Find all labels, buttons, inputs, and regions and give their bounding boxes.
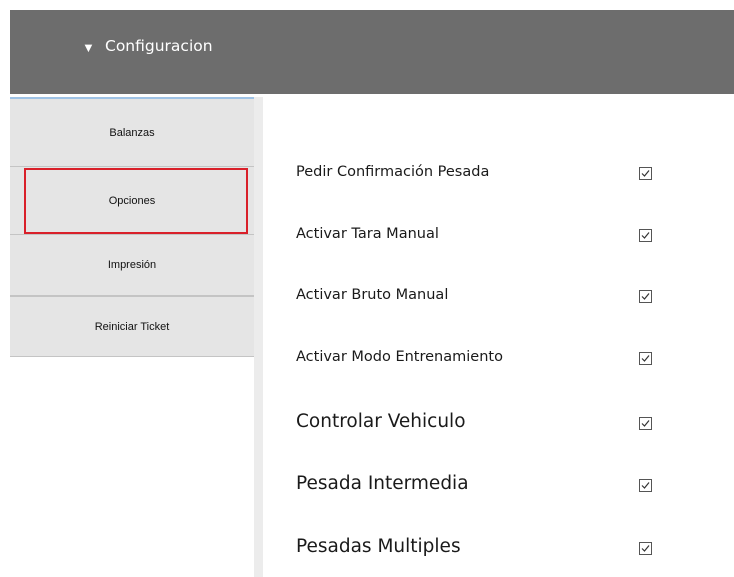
checkmark-icon: [641, 170, 650, 177]
checkmark-icon: [641, 420, 650, 427]
checkbox-tara-manual[interactable]: [639, 229, 652, 242]
option-row: Activar Bruto Manual: [296, 287, 676, 315]
sidebar-item-label: Reiniciar Ticket: [94, 320, 170, 333]
sidebar-item-label: Opciones: [108, 194, 156, 207]
checkbox-pesada-intermedia[interactable]: [639, 479, 652, 492]
checkmark-icon: [641, 293, 650, 300]
option-row: Pesada Intermedia: [296, 473, 676, 501]
sidebar-item-label: Impresión: [107, 259, 157, 271]
sidebar-item-balanzas[interactable]: Balanzas: [10, 99, 254, 167]
checkmark-icon: [641, 545, 650, 552]
checkmark-icon: [641, 232, 650, 239]
option-row: Controlar Vehiculo: [296, 411, 676, 439]
sidebar-item-impresion[interactable]: Impresión: [10, 235, 254, 296]
option-label-bruto-manual: Activar Bruto Manual: [296, 287, 449, 303]
option-label-pedir-confirmacion: Pedir Confirmación Pesada: [296, 164, 490, 180]
sidebar: Balanzas Opciones Impresión Reiniciar Ti…: [10, 99, 254, 577]
option-label-modo-entrenamiento: Activar Modo Entrenamiento: [296, 349, 503, 365]
option-row: Pesadas Multiples: [296, 536, 676, 564]
triangle-down-icon: ▼: [82, 40, 95, 55]
checkbox-pedir-confirmacion[interactable]: [639, 167, 652, 180]
sidebar-item-opciones[interactable]: Opciones: [10, 167, 254, 235]
option-label-tara-manual: Activar Tara Manual: [296, 226, 439, 242]
checkbox-controlar-vehiculo[interactable]: [639, 417, 652, 430]
configuracion-toggle[interactable]: ▼ Configuracion: [82, 36, 213, 56]
checkbox-modo-entrenamiento[interactable]: [639, 352, 652, 365]
sidebar-item-reiniciar-ticket[interactable]: Reiniciar Ticket: [10, 296, 254, 357]
checkbox-bruto-manual[interactable]: [639, 290, 652, 303]
option-label-controlar-vehiculo: Controlar Vehiculo: [296, 411, 466, 432]
option-label-pesada-intermedia: Pesada Intermedia: [296, 473, 469, 494]
checkmark-icon: [641, 355, 650, 362]
header-title: Configuracion: [105, 37, 213, 55]
sidebar-item-label: Balanzas: [109, 126, 155, 139]
sidebar-divider: [254, 97, 263, 577]
option-row: Pedir Confirmación Pesada: [296, 164, 676, 192]
checkmark-icon: [641, 482, 650, 489]
option-row: Activar Modo Entrenamiento: [296, 349, 676, 377]
checkbox-pesadas-multiples[interactable]: [639, 542, 652, 555]
option-row: Activar Tara Manual: [296, 226, 676, 254]
option-label-pesadas-multiples: Pesadas Multiples: [296, 536, 461, 557]
